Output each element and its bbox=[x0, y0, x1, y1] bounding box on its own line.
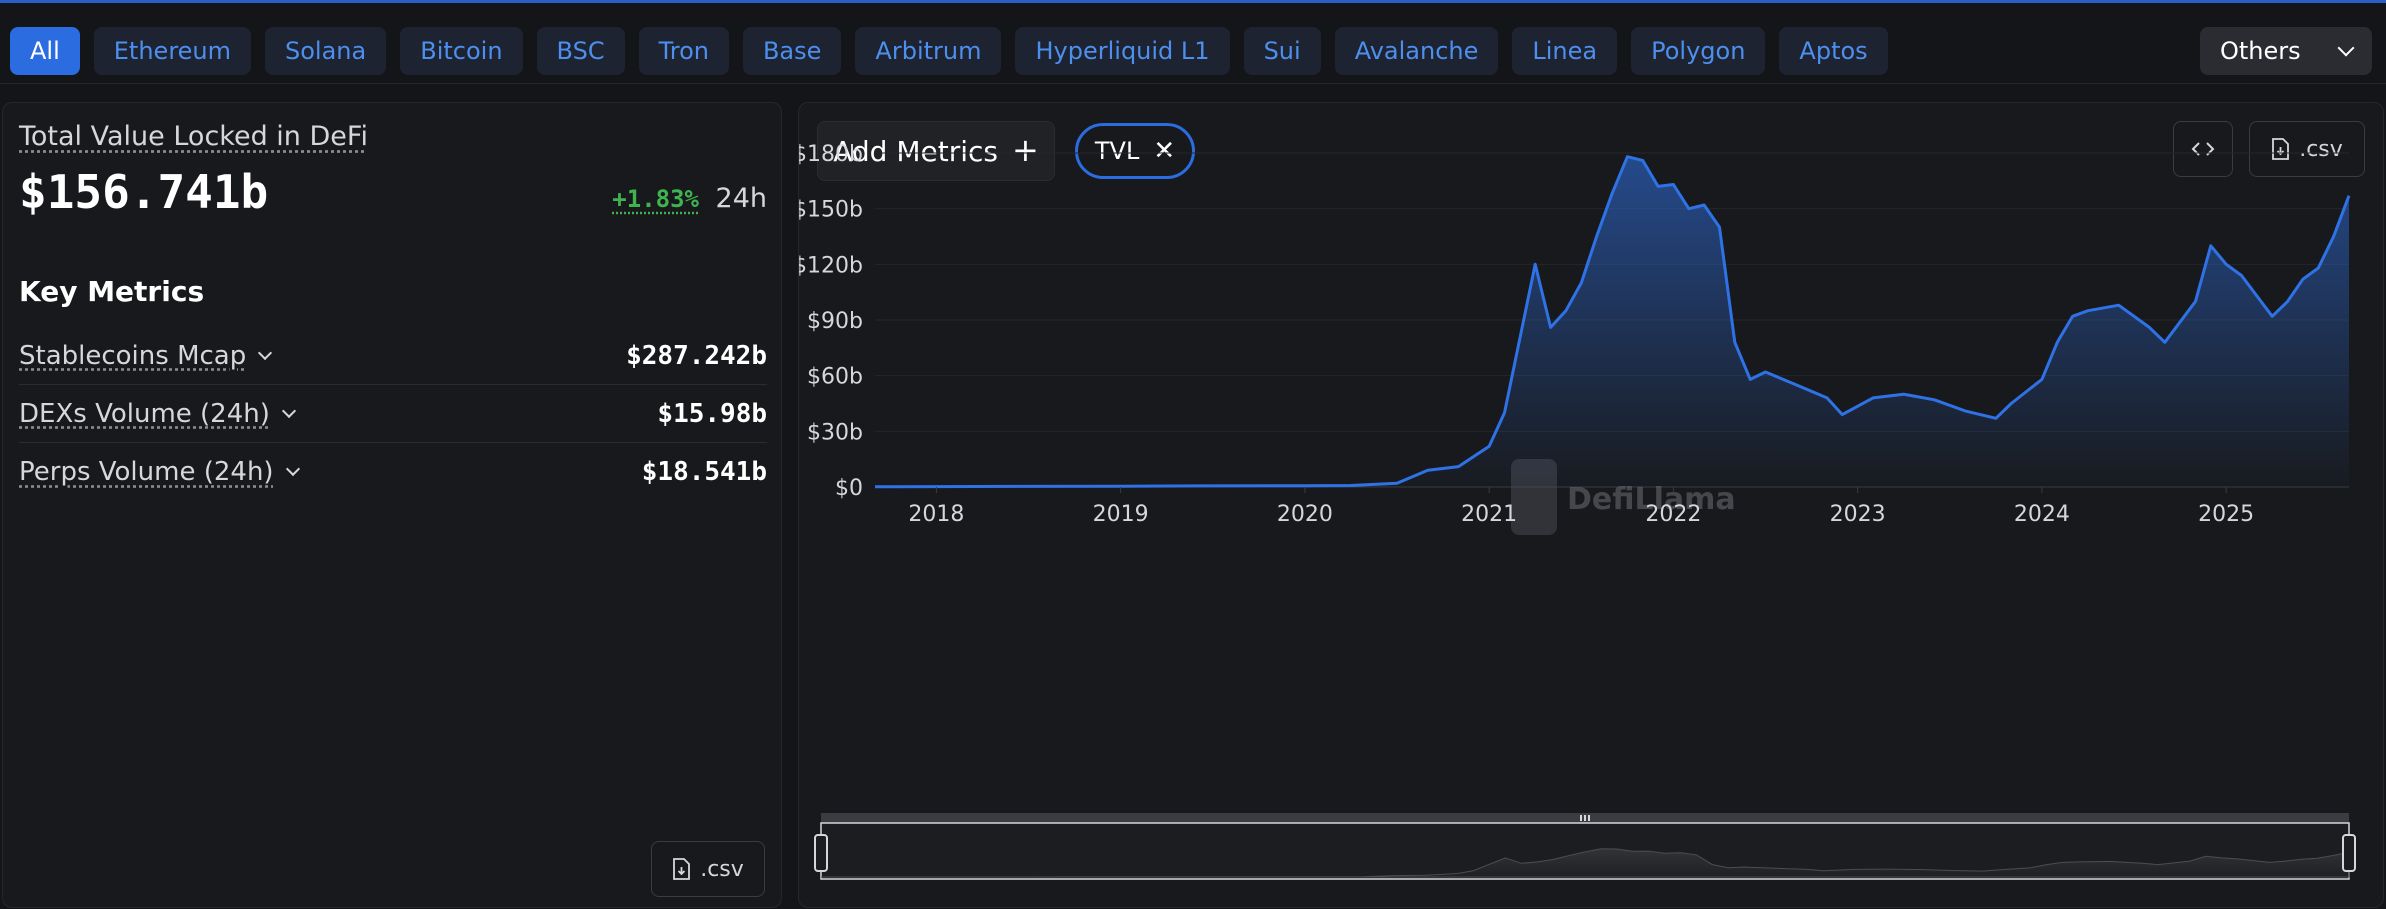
chart-panel: Add Metrics + TVL ✕ .csv DefiLlama 2018 … bbox=[798, 102, 2384, 908]
chain-tab-aptos[interactable]: Aptos bbox=[1779, 27, 1888, 75]
chain-tab-linea[interactable]: Linea bbox=[1512, 27, 1618, 75]
x-tick-label: 2023 bbox=[1830, 502, 1886, 527]
brush-right-handle[interactable] bbox=[2342, 834, 2356, 872]
chevron-down-icon bbox=[258, 345, 273, 360]
metric-value: $18.541b bbox=[641, 457, 767, 487]
metric-name[interactable]: DEXs Volume (24h) bbox=[19, 398, 296, 429]
chain-tab-base[interactable]: Base bbox=[742, 27, 842, 75]
x-tick-label: 2018 bbox=[908, 502, 964, 527]
chevron-down-icon bbox=[285, 461, 300, 477]
x-tick-label: 2024 bbox=[2014, 502, 2070, 527]
y-tick-label: $120b bbox=[799, 253, 863, 278]
brush-grip-icon[interactable] bbox=[1580, 815, 1590, 821]
tvl-chart[interactable]: DefiLlama 2018 2019 2020 2021 2022 2023 2024 20… bbox=[799, 103, 2385, 909]
zoom-brush[interactable] bbox=[814, 813, 2356, 880]
brush-left-handle[interactable] bbox=[814, 834, 828, 872]
tvl-area-fill bbox=[875, 156, 2349, 487]
chain-tab-arbitrum[interactable]: Arbitrum bbox=[855, 27, 1002, 75]
metric-value: $15.98b bbox=[657, 398, 767, 429]
download-file-icon bbox=[673, 858, 691, 880]
download-csv-button[interactable]: .csv bbox=[651, 841, 765, 897]
chain-tab-hyperliquid-l1[interactable]: Hyperliquid L1 bbox=[1015, 27, 1230, 75]
metric-name[interactable]: Perps Volume (24h) bbox=[19, 457, 300, 487]
x-tick-label: 2025 bbox=[2198, 502, 2254, 527]
y-tick-label: $180b bbox=[799, 142, 863, 167]
chain-selector-bar: All Ethereum Solana Bitcoin BSC Tron Base Arbit… bbox=[0, 18, 2386, 84]
chain-tab-list: All Ethereum Solana Bitcoin BSC Tron Base Arbit… bbox=[10, 27, 1888, 75]
chevron-down-icon bbox=[281, 403, 296, 418]
others-dropdown-button[interactable]: Others bbox=[2200, 27, 2372, 75]
y-tick-label: $30b bbox=[807, 420, 863, 445]
y-tick-label: $60b bbox=[807, 365, 863, 390]
key-metrics-title: Key Metrics bbox=[19, 275, 205, 308]
y-tick-label: $0 bbox=[835, 476, 863, 501]
metric-name-text: Perps Volume (24h) bbox=[19, 457, 274, 487]
tvl-value: $156.741b bbox=[19, 165, 269, 219]
metric-name-text: Stablecoins Mcap bbox=[19, 340, 247, 371]
tvl-change-percent[interactable]: +1.83% bbox=[612, 185, 699, 213]
y-tick-label: $150b bbox=[799, 198, 863, 223]
x-tick-label: 2022 bbox=[1645, 502, 1701, 527]
top-accent-line bbox=[0, 0, 2386, 3]
x-tick-label: 2021 bbox=[1461, 502, 1517, 527]
chain-tab-solana[interactable]: Solana bbox=[265, 27, 387, 75]
chain-tab-sui[interactable]: Sui bbox=[1243, 27, 1321, 75]
x-tick-label: 2019 bbox=[1093, 502, 1149, 527]
chain-tab-all[interactable]: All bbox=[10, 27, 80, 75]
chain-tab-avalanche[interactable]: Avalanche bbox=[1334, 27, 1499, 75]
metric-row-dex-volume[interactable]: DEXs Volume (24h) $15.98b bbox=[19, 385, 767, 443]
metric-row-perps-volume[interactable]: Perps Volume (24h) $18.541b bbox=[19, 443, 767, 501]
tvl-label[interactable]: Total Value Locked in DeFi bbox=[19, 121, 368, 152]
x-tick-label: 2020 bbox=[1277, 502, 1333, 527]
metric-name[interactable]: Stablecoins Mcap bbox=[19, 340, 273, 371]
csv-label: .csv bbox=[700, 856, 744, 882]
chain-tab-ethereum[interactable]: Ethereum bbox=[93, 27, 252, 75]
chain-tab-tron[interactable]: Tron bbox=[638, 27, 729, 75]
y-tick-label: $90b bbox=[807, 309, 863, 334]
chain-tab-bsc[interactable]: BSC bbox=[536, 27, 625, 75]
others-label: Others bbox=[2220, 37, 2301, 65]
metric-name-text: DEXs Volume (24h) bbox=[19, 398, 270, 429]
metric-value: $287.242b bbox=[626, 340, 767, 371]
tvl-change-period: 24h bbox=[715, 183, 767, 214]
chain-tab-bitcoin[interactable]: Bitcoin bbox=[400, 27, 523, 75]
summary-panel: Total Value Locked in DeFi $156.741b +1.… bbox=[2, 102, 782, 908]
metric-row-stablecoins[interactable]: Stablecoins Mcap $287.242b bbox=[19, 327, 767, 385]
chain-tab-polygon[interactable]: Polygon bbox=[1631, 27, 1766, 75]
chevron-down-icon bbox=[2337, 39, 2355, 57]
